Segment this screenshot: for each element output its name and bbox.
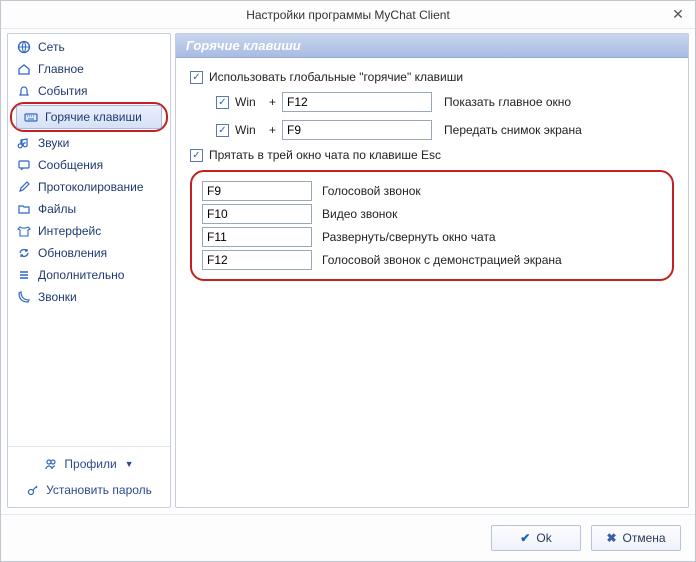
close-button[interactable]: ✕ <box>669 5 687 23</box>
tshirt-icon <box>16 223 32 239</box>
sidebar-item-updates[interactable]: Обновления <box>8 242 170 264</box>
network-icon <box>16 39 32 55</box>
sidebar-item-sounds[interactable]: Звуки <box>8 132 170 154</box>
settings-window: Настройки программы MyChat Client ✕ Сеть… <box>0 0 696 562</box>
panel-body: ✓ Использовать глобальные "горячие" клав… <box>176 58 688 293</box>
hotkey-input-screenshot[interactable] <box>282 120 432 140</box>
keyboard-icon <box>23 109 39 125</box>
hotkey-desc-voice-screen: Голосовой звонок с демонстрацией экрана <box>322 253 562 267</box>
hide-tray-label: Прятать в трей окно чата по клавише Esc <box>209 148 441 162</box>
sidebar-item-hotkeys[interactable]: Горячие клавиши <box>16 105 162 129</box>
hotkey-input-voice-screen[interactable] <box>202 250 312 270</box>
folder-icon <box>16 201 32 217</box>
footer: ✔ Ok ✖ Отмена <box>1 514 695 561</box>
hotkey-input-voice-call[interactable] <box>202 181 312 201</box>
win-label-2: Win <box>235 123 263 137</box>
chevron-down-icon: ▼ <box>125 459 134 469</box>
sidebar-item-events[interactable]: События <box>8 80 170 102</box>
sidebar-item-label: Звонки <box>38 290 77 304</box>
home-icon <box>16 61 32 77</box>
set-password-label: Установить пароль <box>46 483 152 497</box>
sidebar-bottom: Профили ▼ Установить пароль <box>8 446 170 507</box>
sidebar-item-additional[interactable]: Дополнительно <box>8 264 170 286</box>
cancel-button[interactable]: ✖ Отмена <box>591 525 681 551</box>
nav-list: Сеть Главное События <box>8 34 170 446</box>
phone-icon <box>16 289 32 305</box>
sidebar-item-logging[interactable]: Протоколирование <box>8 176 170 198</box>
titlebar: Настройки программы MyChat Client ✕ <box>1 1 695 29</box>
hotkey-row-screenshot: ✓ Win + Передать снимок экрана <box>216 120 674 140</box>
set-password-button[interactable]: Установить пароль <box>8 477 170 503</box>
highlight-annotation: Горячие клавиши <box>10 102 168 132</box>
hide-tray-checkbox[interactable]: ✓ <box>190 149 203 162</box>
sidebar-item-main[interactable]: Главное <box>8 58 170 80</box>
hotkey-row-toggle-chat: Развернуть/свернуть окно чата <box>202 227 662 247</box>
hotkeys-highlight-box: Голосовой звонок Видео звонок Развернуть… <box>190 170 674 281</box>
window-title: Настройки программы MyChat Client <box>246 8 450 22</box>
hotkey-input-video-call[interactable] <box>202 204 312 224</box>
hotkey-desc-show-main: Показать главное окно <box>444 95 571 109</box>
ok-label: Ok <box>536 531 551 545</box>
sidebar-item-label: Сообщения <box>38 158 103 172</box>
hide-tray-row[interactable]: ✓ Прятать в трей окно чата по клавише Es… <box>190 148 674 162</box>
sidebar-item-interface[interactable]: Интерфейс <box>8 220 170 242</box>
body: Сеть Главное События <box>1 29 695 514</box>
plus-2: + <box>269 123 276 137</box>
hotkey-desc-toggle-chat: Развернуть/свернуть окно чата <box>322 230 496 244</box>
win-label-1: Win <box>235 95 263 109</box>
panel-title: Горячие клавиши <box>176 34 688 58</box>
check-icon: ✔ <box>520 531 530 545</box>
hotkey-input-show-main[interactable] <box>282 92 432 112</box>
sidebar-item-files[interactable]: Файлы <box>8 198 170 220</box>
cancel-label: Отмена <box>623 531 666 545</box>
profiles-label: Профили <box>64 457 116 471</box>
sidebar-item-label: Файлы <box>38 202 76 216</box>
sidebar-item-label: Главное <box>38 62 84 76</box>
sidebar-item-calls[interactable]: Звонки <box>8 286 170 308</box>
sidebar-item-label: Звуки <box>38 136 69 150</box>
refresh-icon <box>16 245 32 261</box>
message-icon <box>16 157 32 173</box>
win-checkbox-2[interactable]: ✓ <box>216 124 229 137</box>
sidebar-item-label: Сеть <box>38 40 65 54</box>
pencil-icon <box>16 179 32 195</box>
use-global-checkbox[interactable]: ✓ <box>190 71 203 84</box>
hotkey-row-video-call: Видео звонок <box>202 204 662 224</box>
use-global-label: Использовать глобальные "горячие" клавиш… <box>209 70 463 84</box>
hotkey-desc-screenshot: Передать снимок экрана <box>444 123 582 137</box>
plus-1: + <box>269 95 276 109</box>
use-global-row[interactable]: ✓ Использовать глобальные "горячие" клав… <box>190 70 674 84</box>
sidebar-item-label: Интерфейс <box>38 224 101 238</box>
ok-button[interactable]: ✔ Ok <box>491 525 581 551</box>
music-icon <box>16 135 32 151</box>
sidebar-item-messages[interactable]: Сообщения <box>8 154 170 176</box>
sidebar-item-network[interactable]: Сеть <box>8 36 170 58</box>
sidebar-item-label: Обновления <box>38 246 107 260</box>
hotkey-row-voice-screen: Голосовой звонок с демонстрацией экрана <box>202 250 662 270</box>
win-checkbox-1[interactable]: ✓ <box>216 96 229 109</box>
hotkey-row-voice-call: Голосовой звонок <box>202 181 662 201</box>
list-icon <box>16 267 32 283</box>
sidebar-item-label: Горячие клавиши <box>45 110 142 124</box>
hotkey-row-show-main: ✓ Win + Показать главное окно <box>216 92 674 112</box>
main-panel: Горячие клавиши ✓ Использовать глобальны… <box>175 33 689 508</box>
x-icon: ✖ <box>606 531 616 545</box>
profiles-button[interactable]: Профили ▼ <box>8 451 170 477</box>
hotkey-desc-video-call: Видео звонок <box>322 207 397 221</box>
hotkey-input-toggle-chat[interactable] <box>202 227 312 247</box>
key-icon <box>26 483 40 497</box>
sidebar-item-label: Дополнительно <box>38 268 124 282</box>
hotkey-desc-voice-call: Голосовой звонок <box>322 184 421 198</box>
bell-icon <box>16 83 32 99</box>
close-icon: ✕ <box>672 6 684 23</box>
sidebar-item-label: События <box>38 84 88 98</box>
sidebar: Сеть Главное События <box>7 33 171 508</box>
sidebar-item-label: Протоколирование <box>38 180 144 194</box>
users-icon <box>44 457 58 471</box>
